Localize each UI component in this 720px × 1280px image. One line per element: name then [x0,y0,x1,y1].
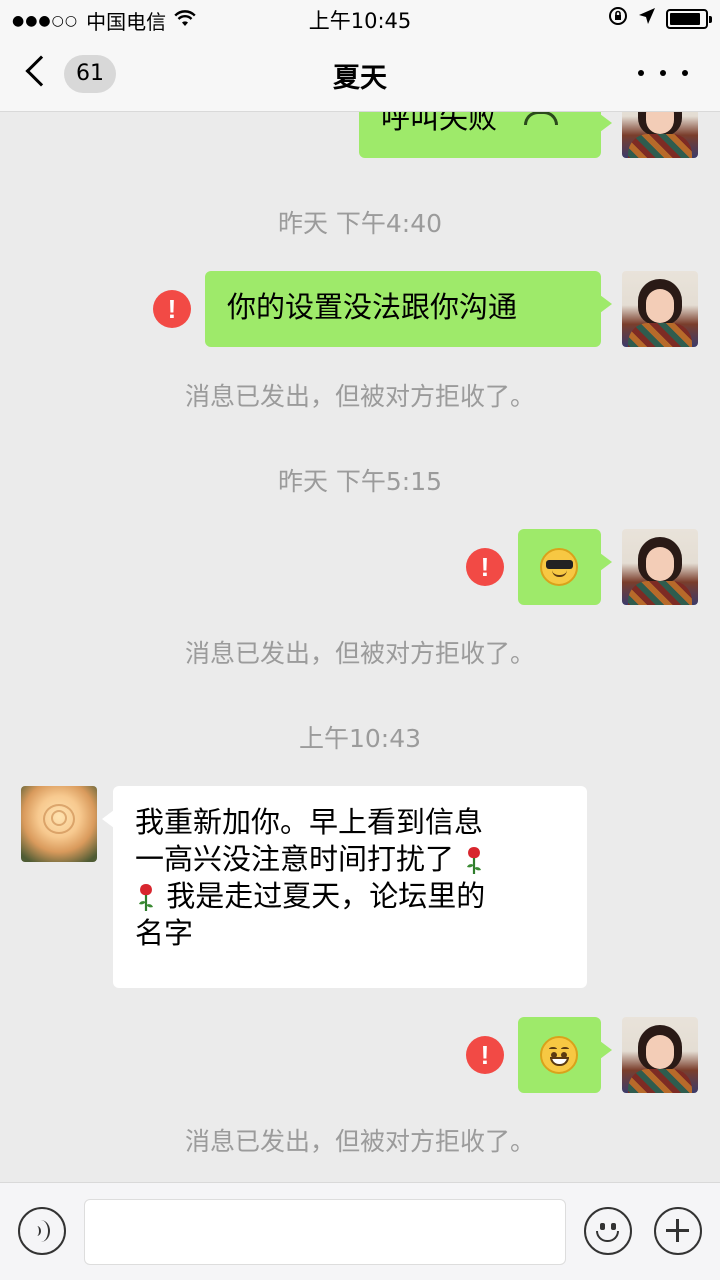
battery-icon [666,8,712,29]
location-arrow-icon [638,7,656,30]
message-input[interactable] [84,1199,566,1265]
rejected-notice: 消息已发出，但被对方拒收了。 [184,382,535,411]
error-icon[interactable]: ! [153,290,191,328]
message-text-line: 一高兴没注意时间打扰了 [135,842,455,876]
rose-emoji [135,879,157,913]
plus-icon[interactable] [654,1207,702,1255]
message-text-line: 我重新加你。早上看到信息 [135,805,484,839]
contact-avatar[interactable] [21,786,97,862]
incoming-message-bubble[interactable]: 我重新加你。早上看到信息 一高兴没注意时间打扰了 我是走过夏天，论坛里的 名字 [102,786,587,988]
status-bar: ●●●○○ 中国电信 上午10:45 [0,0,720,36]
my-avatar[interactable] [622,271,698,347]
chat-title: 夏天 [333,63,387,94]
message-text-line: 名字 [135,916,194,950]
outgoing-call-bubble[interactable]: 呼叫失败 [359,112,612,158]
sunglasses-emoji-icon [540,548,578,586]
my-avatar[interactable] [622,529,698,605]
outgoing-emoji-bubble[interactable] [518,1017,612,1093]
chat-header: 61 夏天 [0,36,720,112]
my-avatar[interactable] [622,1017,698,1093]
input-bar [0,1182,720,1280]
error-icon[interactable]: ! [466,1036,504,1074]
rejected-notice: 消息已发出，但被对方拒收了。 [184,639,535,668]
rejected-notice: 消息已发出，但被对方拒收了。 [184,1127,535,1156]
timestamp: 上午10:43 [298,724,422,753]
more-dots-icon [638,70,644,76]
timestamp: 昨天 下午4:40 [277,209,443,238]
hangup-icon [524,112,559,125]
more-options-button[interactable] [638,58,688,88]
grin-emoji-icon [540,1036,578,1074]
timestamp: 昨天 下午5:15 [277,467,443,496]
voice-icon[interactable] [18,1207,66,1255]
error-icon[interactable]: ! [466,548,504,586]
rose-emoji [463,842,485,876]
message-text: 你的设置没法跟你沟通 [227,290,518,324]
call-status-text: 呼叫失败 [381,112,498,135]
my-avatar[interactable] [622,112,698,158]
orientation-lock-icon [608,6,628,31]
message-text-line: 我是走过夏天，论坛里的 [166,879,486,913]
outgoing-emoji-bubble[interactable] [518,529,612,605]
emoji-icon[interactable] [584,1207,632,1255]
message-list[interactable]: 呼叫失败 昨天 下午4:40 ! 你的设置没法跟你沟通 消息已发出，但被对方拒收… [0,112,720,1182]
outgoing-message-bubble[interactable]: 你的设置没法跟你沟通 [205,271,612,347]
